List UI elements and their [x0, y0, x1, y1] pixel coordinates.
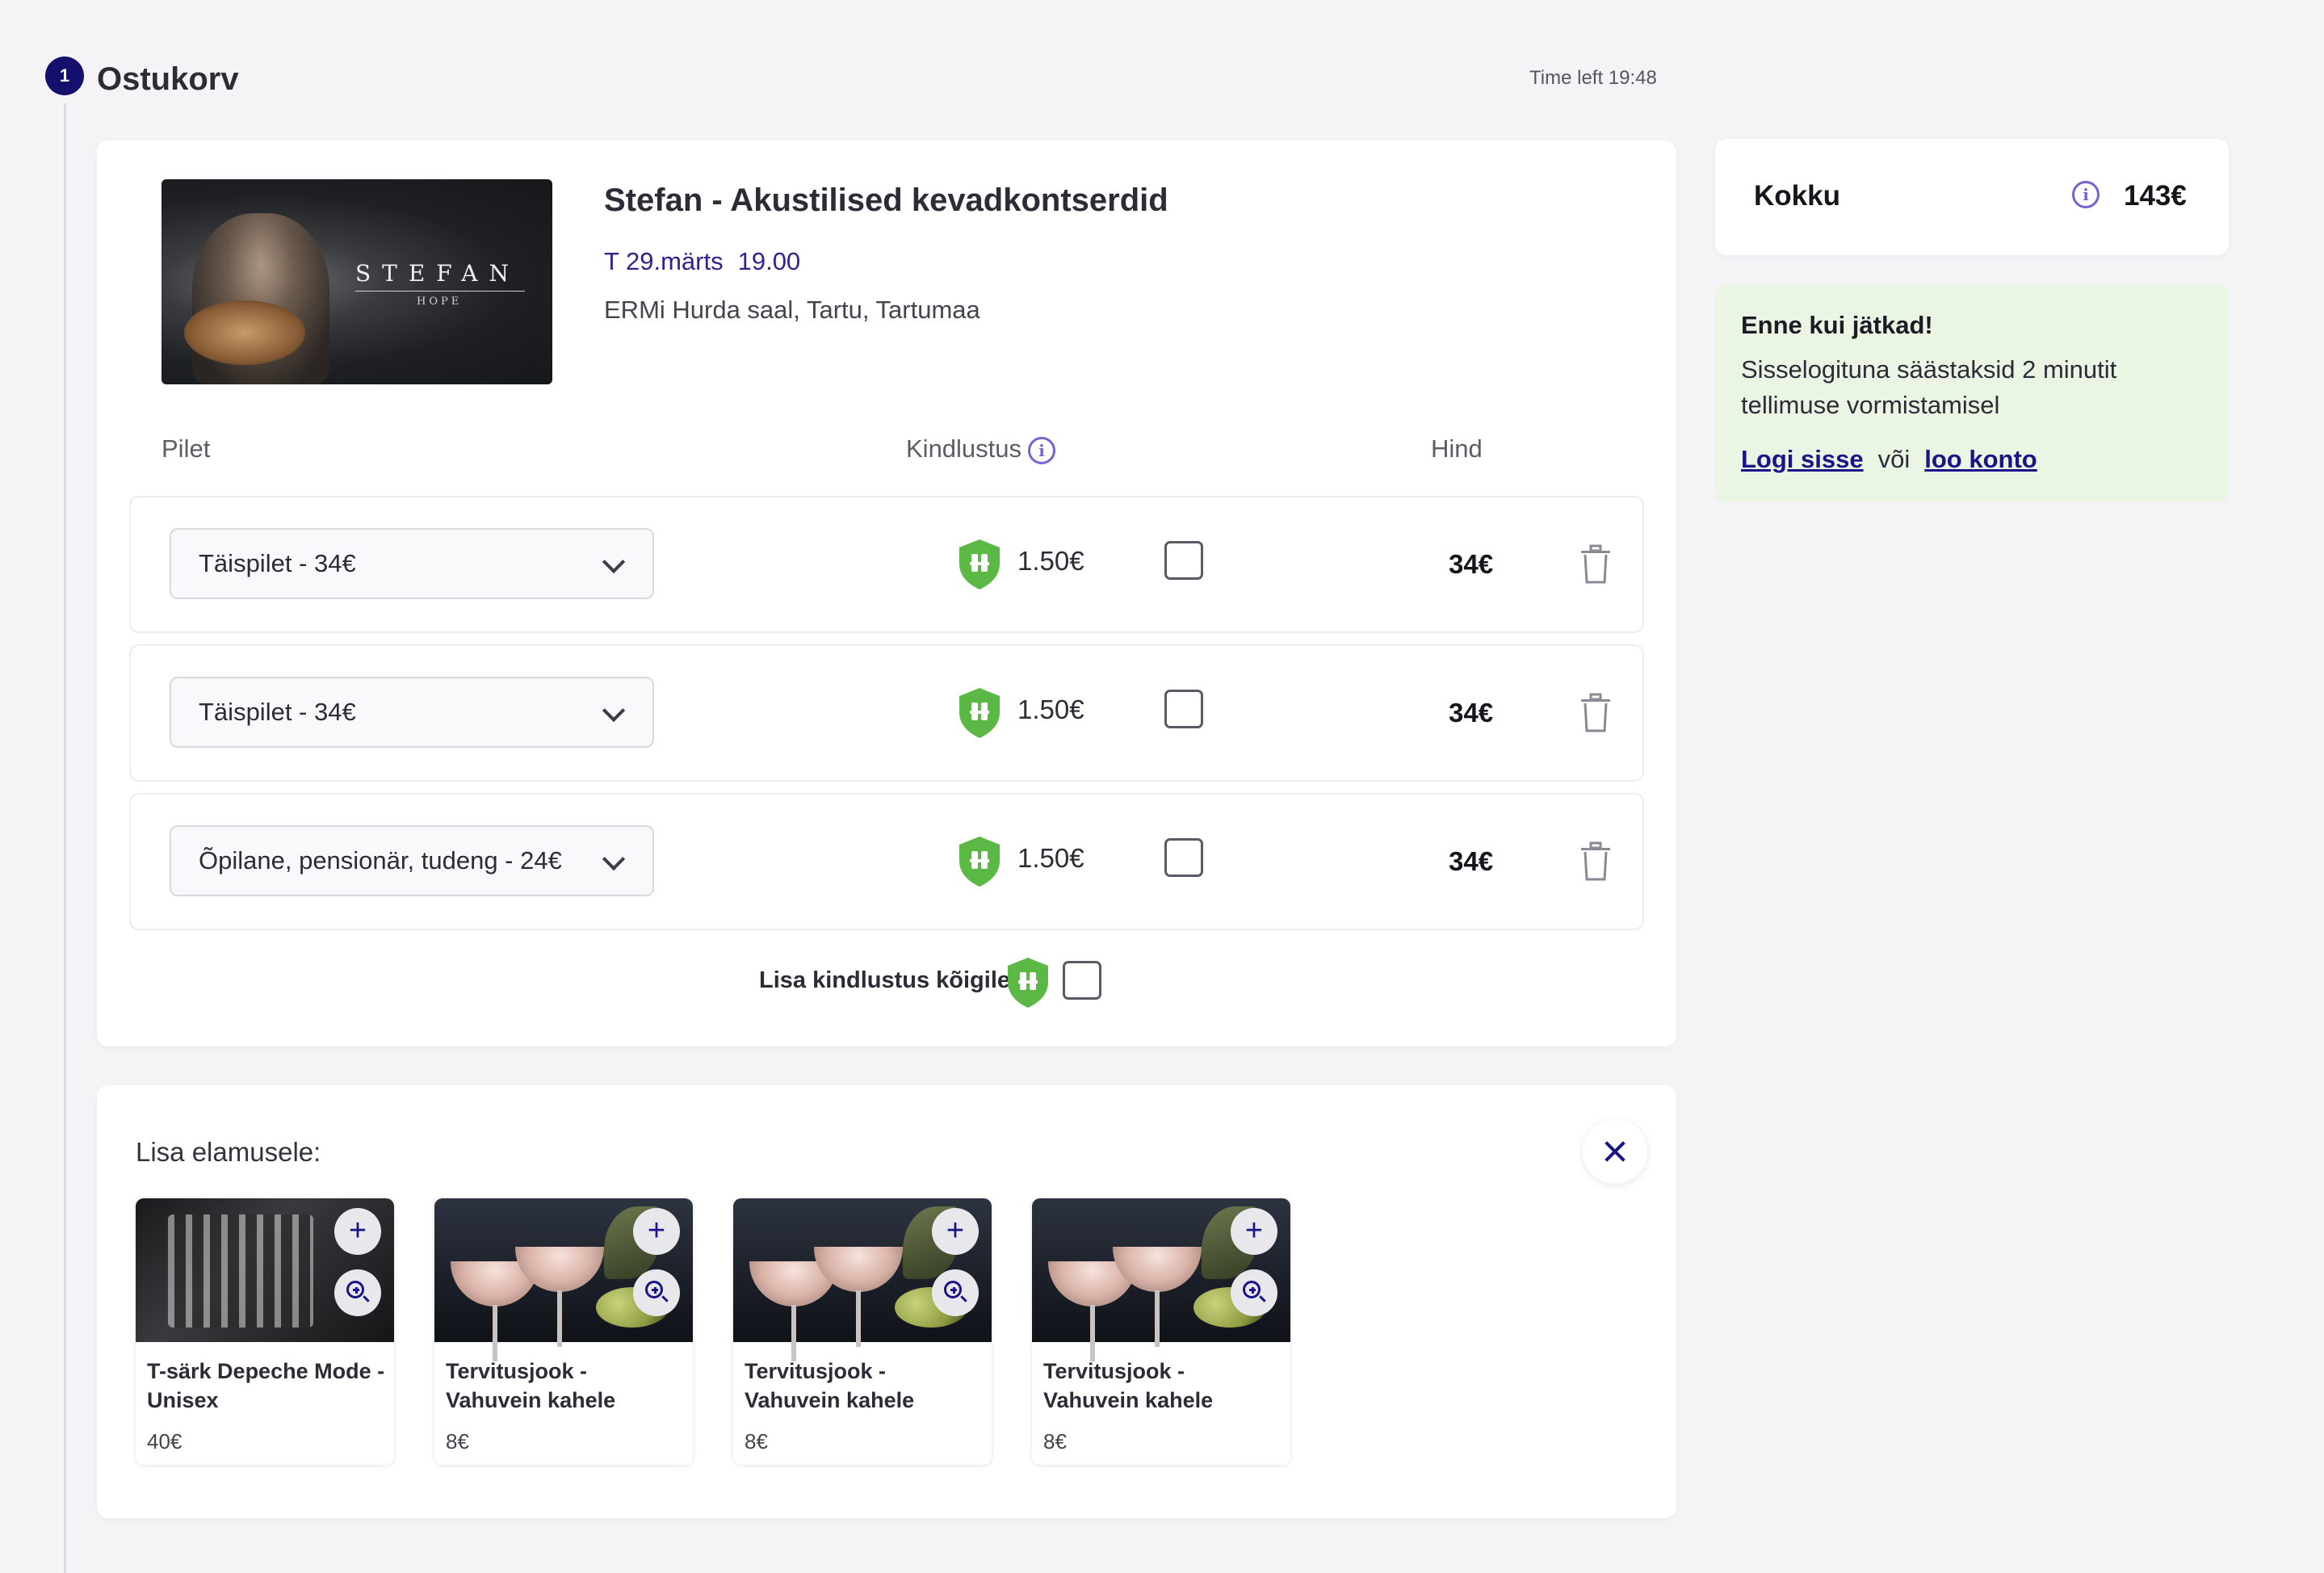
insure-all-label: Lisa kindlustus kõigile [759, 967, 1011, 993]
event-image-guitar [184, 300, 305, 365]
event-time: 19.00 [737, 247, 801, 275]
ticket-type-value: Õpilane, pensionär, tudeng - 24€ [199, 846, 562, 875]
plus-icon[interactable]: + [932, 1208, 979, 1255]
product-name: T-särk Depeche Mode - Unisex [147, 1359, 385, 1412]
product-price: 8€ [745, 1429, 768, 1453]
product-image-stem [1090, 1305, 1095, 1361]
insurance-price: 1.50€ [1017, 843, 1084, 873]
event-image-subtitle: HOPE [417, 296, 463, 308]
ticket-type-select[interactable]: Täispilet - 34€ [170, 528, 654, 599]
ticket-type-value: Täispilet - 34€ [199, 698, 356, 726]
column-header-insurance-label: Kindlustus [906, 434, 1022, 463]
event-datetime: T 29.märts 19.00 [604, 245, 815, 278]
product-image-stem [493, 1305, 497, 1361]
plus-icon[interactable]: + [334, 1208, 381, 1255]
close-icon[interactable] [1583, 1119, 1647, 1184]
plus-icon[interactable]: + [633, 1208, 680, 1255]
order-total-card: Kokku i 143€ [1715, 139, 2229, 255]
total-value: 143€ [2124, 180, 2187, 212]
zoom-icon[interactable] [633, 1269, 680, 1316]
register-link[interactable]: loo konto [1924, 445, 2037, 473]
extras-card: Lisa elamusele: + T-särk Depeche Mode - … [97, 1085, 1676, 1518]
product-image-print [168, 1214, 313, 1328]
event-cart-card: STEFAN HOPE Stefan - Akustilised kevadko… [97, 141, 1676, 1047]
product-card[interactable]: + Tervitusjook - Vahuvein kahele 8€ [1032, 1198, 1290, 1465]
ticket-row: Täispilet - 34€ 1.50€ 34€ [129, 644, 1644, 782]
product-card[interactable]: + Tervitusjook - Vahuvein kahele 8€ [434, 1198, 693, 1465]
shield-icon [959, 688, 1000, 738]
product-price: 8€ [446, 1429, 469, 1453]
info-icon[interactable]: i [1028, 436, 1056, 464]
insurance-price: 1.50€ [1017, 694, 1084, 724]
ticket-type-value: Täispilet - 34€ [199, 549, 356, 577]
time-left-counter: Time left 19:48 [1529, 67, 1657, 89]
notice-or: või [1877, 445, 1911, 473]
shield-icon [959, 539, 1000, 589]
product-image-stem [856, 1290, 861, 1347]
ticket-price: 34€ [1449, 846, 1494, 876]
trash-icon[interactable] [1579, 693, 1612, 733]
insure-all-checkbox[interactable] [1063, 961, 1101, 1000]
ticket-row: Täispilet - 34€ 1.50€ 34€ [129, 496, 1644, 633]
ticket-price: 34€ [1449, 549, 1494, 579]
product-name: Tervitusjook - Vahuvein kahele [1043, 1359, 1214, 1412]
product-image-stem [791, 1305, 796, 1361]
column-header-price: Hind [1431, 434, 1483, 463]
chevron-down-icon [602, 550, 626, 574]
chevron-down-icon [602, 847, 626, 871]
info-icon[interactable]: i [2072, 181, 2100, 208]
notice-text: Sisselogituna säästaksid 2 minutit telli… [1741, 355, 2117, 419]
chevron-down-icon [602, 698, 626, 723]
insurance-checkbox[interactable] [1164, 838, 1203, 877]
shield-icon [1008, 958, 1048, 1008]
product-image-stem [1155, 1290, 1160, 1347]
insurance-checkbox[interactable] [1164, 541, 1203, 580]
insurance-checkbox[interactable] [1164, 690, 1203, 728]
column-header-insurance: Kindlustus i [906, 433, 1056, 465]
event-image-brand: STEFAN [355, 260, 521, 287]
product-card[interactable]: + T-särk Depeche Mode - Unisex 40€ [136, 1198, 394, 1465]
product-price: 8€ [1043, 1429, 1067, 1453]
trash-icon[interactable] [1579, 544, 1612, 585]
zoom-icon[interactable] [334, 1269, 381, 1316]
step-number-badge: 1 [45, 57, 84, 95]
event-venue: ERMi Hurda saal, Tartu, Tartumaa [604, 296, 980, 324]
trash-icon[interactable] [1579, 841, 1612, 882]
product-card[interactable]: + Tervitusjook - Vahuvein kahele 8€ [733, 1198, 992, 1465]
event-image: STEFAN HOPE [162, 179, 552, 384]
event-title: Stefan - Akustilised kevadkontserdid [604, 182, 1168, 218]
login-link[interactable]: Logi sisse [1741, 445, 1864, 473]
column-header-tickets: Pilet [162, 434, 211, 463]
notice-title: Enne kui jätkad! [1741, 311, 1933, 339]
login-notice: Enne kui jätkad! Sisselogituna säästaksi… [1715, 284, 2229, 502]
ticket-type-select[interactable]: Täispilet - 34€ [170, 677, 654, 748]
event-image-divider [355, 291, 525, 292]
shield-icon [959, 837, 1000, 887]
product-image-stem [557, 1290, 562, 1347]
product-name: Tervitusjook - Vahuvein kahele [446, 1359, 616, 1412]
ticket-price: 34€ [1449, 698, 1494, 728]
event-date: T 29.märts [604, 247, 724, 275]
ticket-type-select[interactable]: Õpilane, pensionär, tudeng - 24€ [170, 825, 654, 896]
extras-title: Lisa elamusele: [136, 1137, 321, 1167]
page-title: Ostukorv [97, 61, 239, 97]
zoom-icon[interactable] [932, 1269, 979, 1316]
step-timeline-line [64, 103, 66, 1573]
total-label: Kokku [1754, 180, 1840, 212]
ticket-row: Õpilane, pensionär, tudeng - 24€ 1.50€ 3… [129, 793, 1644, 930]
notice-links: Logi sisse või loo konto [1741, 443, 2037, 476]
insurance-price: 1.50€ [1017, 546, 1084, 576]
product-price: 40€ [147, 1429, 182, 1453]
plus-icon[interactable]: + [1231, 1208, 1277, 1255]
zoom-icon[interactable] [1231, 1269, 1277, 1316]
product-name: Tervitusjook - Vahuvein kahele [745, 1359, 915, 1412]
